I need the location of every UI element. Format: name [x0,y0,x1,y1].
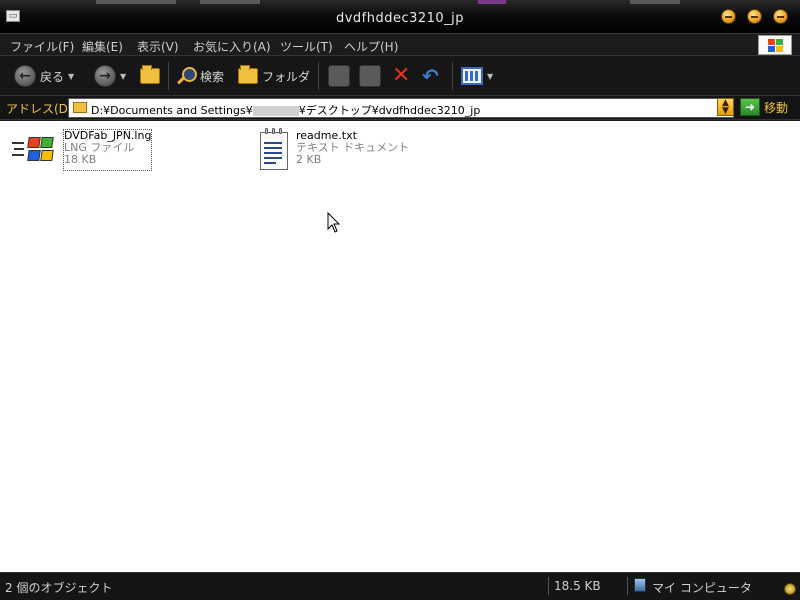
address-input[interactable]: D:¥Documents and Settings¥ ¥デスクトップ¥dvdfhd… [68,98,734,118]
toolbar: ← 戻る ▼ → ▼ 検索 フォルダ ✕ ↶ ▼ [0,56,800,96]
status-size: 18.5 KB [554,579,601,593]
delete-button[interactable]: ✕ [392,64,410,88]
minimize-button[interactable] [721,9,736,24]
up-folder-button[interactable] [140,64,160,88]
toolbar-separator [318,62,319,90]
notepad-icon [258,128,290,172]
folder-icon [73,102,87,113]
title-decoration [478,0,506,4]
up-folder-icon [140,65,160,84]
menu-favorites[interactable]: お気に入り(A) [193,38,271,55]
menu-view[interactable]: 表示(V) [137,38,179,55]
views-icon [461,67,483,85]
menu-tools[interactable]: ツール(T) [280,38,333,55]
undo-icon: ↶ [422,64,439,88]
my-computer-icon [634,578,646,592]
address-path[interactable]: D:¥Documents and Settings¥ ¥デスクトップ¥dvdfhd… [91,102,480,118]
address-bar: アドレス(D) D:¥Documents and Settings¥ ¥デスクトッ… [0,96,800,120]
dropdown-caret-icon[interactable]: ▼ [487,72,493,81]
search-button[interactable]: 検索 [176,64,224,88]
back-label: 戻る [40,69,65,84]
address-label: アドレス(D) [6,102,73,116]
status-separator [548,577,549,595]
file-info: DVDFab_JPN.lng LNG ファイル 18 KB [62,129,153,171]
address-path-suffix: ¥デスクトップ¥dvdfhddec3210_jp [298,104,481,117]
folders-label: フォルダ [262,69,311,84]
file-item[interactable]: DVDFab_JPN.lng LNG ファイル 18 KB [10,129,153,171]
address-dropdown-button[interactable]: ▲ ▼ [717,98,734,116]
title-bar[interactable]: ▭ dvdfhddec3210_jp [0,0,800,34]
toolbar-separator [168,62,169,90]
forward-button[interactable]: → ▼ [94,64,126,88]
maximize-button[interactable] [747,9,762,24]
close-button[interactable] [773,9,788,24]
status-separator [627,577,628,595]
window-title: dvdfhddec3210_jp [335,11,465,26]
status-bar: 2 個のオブジェクト 18.5 KB マイ コンピュータ [0,572,800,600]
dropdown-caret-icon[interactable]: ▼ [120,72,126,81]
menu-edit[interactable]: 編集(E) [82,38,123,55]
menu-help[interactable]: ヘルプ(H) [344,38,398,55]
redacted-username [252,106,299,116]
file-info: readme.txt テキスト ドキュメント 2 KB [296,130,409,172]
folders-icon [238,65,258,84]
title-decoration [96,0,176,4]
search-label: 検索 [200,69,225,84]
search-icon [176,66,197,86]
go-button[interactable]: ➜ 移動 [740,98,788,116]
title-decoration [630,0,680,4]
mouse-cursor-icon [327,212,341,233]
file-size: 18 KB [64,153,97,166]
folders-button[interactable]: フォルダ [238,64,310,88]
go-arrow-icon: ➜ [740,98,760,116]
copy-to-icon [359,65,381,87]
move-to-icon [328,65,350,87]
menu-bar: ファイル(F) 編集(E) 表示(V) お気に入り(A) ツール(T) ヘルプ(… [0,34,800,56]
back-arrow-icon: ← [14,65,36,87]
menu-file[interactable]: ファイル(F) [10,38,74,55]
move-to-button[interactable] [328,64,350,88]
resize-grip-icon[interactable] [784,583,796,595]
go-label: 移動 [764,100,789,115]
status-object-count: 2 個のオブジェクト [5,581,113,595]
undo-button[interactable]: ↶ [422,64,439,88]
file-size: 2 KB [296,153,322,166]
views-button[interactable]: ▼ [461,64,493,88]
delete-icon: ✕ [392,63,411,88]
toolbar-separator [452,62,453,90]
status-location: マイ コンピュータ [652,581,752,595]
windows-logo-icon [758,35,792,55]
file-list-view[interactable]: DVDFab_JPN.lng LNG ファイル 18 KB readme.txt… [0,121,800,572]
address-path-prefix: D:¥Documents and Settings¥ [91,104,253,117]
file-item[interactable]: readme.txt テキスト ドキュメント 2 KB [250,128,409,172]
copy-to-button[interactable] [359,64,381,88]
back-button[interactable]: ← 戻る ▼ [14,64,74,88]
dropdown-caret-icon[interactable]: ▼ [68,72,74,81]
title-decoration [200,0,260,4]
windows-flag-icon [10,130,58,170]
forward-arrow-icon: → [94,65,116,87]
